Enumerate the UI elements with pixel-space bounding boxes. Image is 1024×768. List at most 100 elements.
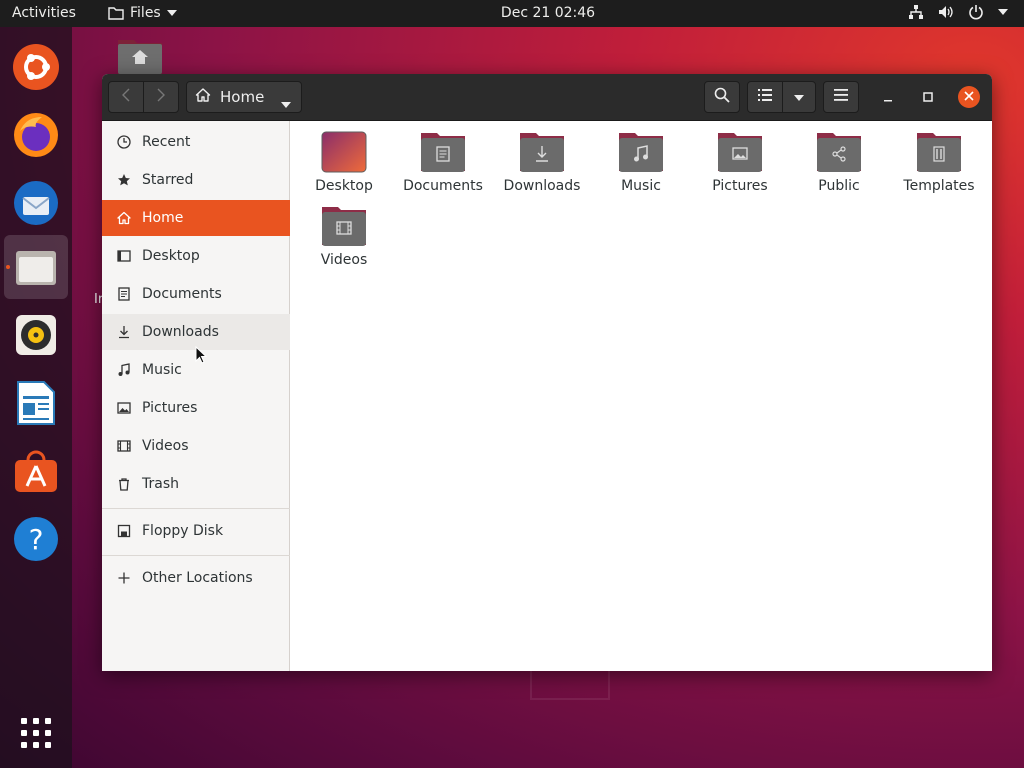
file-item-label: Music — [621, 178, 661, 194]
chevron-down-icon — [281, 94, 291, 112]
music-icon — [116, 362, 132, 378]
maximize-button[interactable] — [918, 88, 938, 108]
mouse-pointer-icon — [195, 345, 208, 368]
sidebar-item-starred[interactable]: Starred — [102, 162, 290, 198]
libreoffice-writer-icon[interactable] — [4, 371, 68, 435]
file-view[interactable]: Desktop Documents Downloads Music Pictur… — [291, 121, 992, 671]
folder-item-downloads[interactable]: Downloads — [494, 131, 590, 194]
sidebar-item-desktop[interactable]: Desktop — [102, 238, 290, 274]
folder-item-templates[interactable]: Templates — [891, 131, 987, 194]
sidebar-item-label: Home — [142, 210, 184, 226]
thunderbird-icon[interactable] — [4, 171, 68, 235]
search-icon — [714, 87, 730, 107]
sidebar-item-documents[interactable]: Documents — [102, 276, 290, 312]
sidebar-item-floppy-disk[interactable]: Floppy Disk — [102, 513, 290, 549]
sidebar-item-videos[interactable]: Videos — [102, 428, 290, 464]
files-icon[interactable] — [4, 235, 68, 299]
places-sidebar: Recent Starred Home Desktop Documents Do… — [102, 121, 290, 671]
files-window: Home Recent Starred Home Desktop Documen… — [102, 74, 992, 671]
sidebar-item-label: Pictures — [142, 400, 198, 416]
clock-icon — [116, 134, 132, 150]
search-button[interactable] — [704, 81, 740, 113]
chevron-right-icon — [157, 88, 165, 106]
sidebar-separator — [102, 555, 290, 556]
file-item-label: Templates — [903, 178, 975, 194]
folder-item-videos[interactable]: Videos — [296, 205, 392, 268]
close-icon — [964, 89, 974, 105]
close-button[interactable] — [958, 86, 980, 108]
sidebar-item-label: Downloads — [142, 324, 219, 340]
file-item-label: Downloads — [503, 178, 581, 194]
documents-folder-icon — [419, 131, 467, 173]
downloads-folder-icon — [518, 131, 566, 173]
sidebar-item-trash[interactable]: Trash — [102, 466, 290, 502]
firefox-icon[interactable] — [4, 103, 68, 167]
folder-item-public[interactable]: Public — [791, 131, 887, 194]
ubuntu-installer-icon[interactable] — [4, 35, 68, 99]
sidebar-item-label: Documents — [142, 286, 222, 302]
file-item-label: Documents — [403, 178, 483, 194]
sidebar-item-label: Floppy Disk — [142, 523, 224, 539]
sidebar-item-recent[interactable]: Recent — [102, 124, 290, 160]
sidebar-item-other-locations[interactable]: Other Locations — [102, 560, 290, 596]
svg-text:?: ? — [29, 523, 44, 556]
file-item-label: Desktop — [315, 178, 373, 194]
forward-button[interactable] — [143, 81, 179, 113]
hamburger-icon — [834, 89, 848, 105]
minimize-button[interactable] — [878, 88, 898, 108]
folder-item-pictures[interactable]: Pictures — [692, 131, 788, 194]
file-item-label: Pictures — [712, 178, 768, 194]
volume-icon — [938, 4, 954, 20]
sidebar-item-downloads[interactable]: Downloads — [102, 314, 290, 350]
sidebar-item-label: Music — [142, 362, 182, 378]
file-item-label: Videos — [320, 252, 368, 268]
public-folder-icon — [815, 131, 863, 173]
network-icon — [908, 4, 924, 20]
trash-icon — [116, 476, 132, 492]
ubuntu-software-icon[interactable] — [4, 439, 68, 503]
floppy-icon — [116, 523, 132, 539]
templates-folder-icon — [915, 131, 963, 173]
power-icon — [968, 4, 984, 20]
folder-item-documents[interactable]: Documents — [395, 131, 491, 194]
pictures-folder-icon — [716, 131, 764, 173]
chevron-down-icon — [794, 89, 804, 105]
sidebar-item-label: Other Locations — [142, 570, 253, 586]
sidebar-separator — [102, 508, 290, 509]
sidebar-item-label: Recent — [142, 134, 191, 150]
view-options-button[interactable] — [782, 81, 816, 113]
path-label: Home — [220, 88, 265, 106]
back-button[interactable] — [108, 81, 144, 113]
sidebar-item-pictures[interactable]: Pictures — [102, 390, 290, 426]
plus-icon — [116, 570, 132, 586]
path-bar-home-button[interactable]: Home — [186, 81, 302, 113]
rhythmbox-icon[interactable] — [4, 303, 68, 367]
star-icon — [116, 172, 132, 188]
minimize-icon — [883, 90, 893, 106]
system-status-menu[interactable] — [908, 4, 1008, 20]
video-icon — [116, 438, 132, 454]
sidebar-item-label: Desktop — [142, 248, 200, 264]
chevron-down-icon — [998, 9, 1008, 15]
clock[interactable]: Dec 21 02:46 — [0, 5, 1024, 21]
folder-item-desktop[interactable]: Desktop — [296, 131, 392, 194]
sidebar-item-home[interactable]: Home — [102, 200, 290, 236]
view-toggle-button[interactable] — [747, 81, 783, 113]
main-menu-button[interactable] — [823, 81, 859, 113]
show-applications-icon[interactable] — [4, 701, 68, 765]
folder-item-music[interactable]: Music — [593, 131, 689, 194]
desktop-folder-icon — [320, 131, 368, 173]
file-item-label: Public — [818, 178, 860, 194]
maximize-icon — [923, 90, 933, 106]
sidebar-item-label: Videos — [142, 438, 189, 454]
music-folder-icon — [617, 131, 665, 173]
help-icon[interactable]: ? — [4, 507, 68, 571]
desktop-icon — [116, 248, 132, 264]
list-view-icon — [758, 89, 772, 105]
sidebar-item-label: Starred — [142, 172, 194, 188]
sidebar-item-label: Trash — [142, 476, 179, 492]
home-icon — [116, 210, 132, 226]
header-bar: Home — [102, 74, 992, 121]
picture-icon — [116, 400, 132, 416]
home-icon — [195, 87, 211, 107]
